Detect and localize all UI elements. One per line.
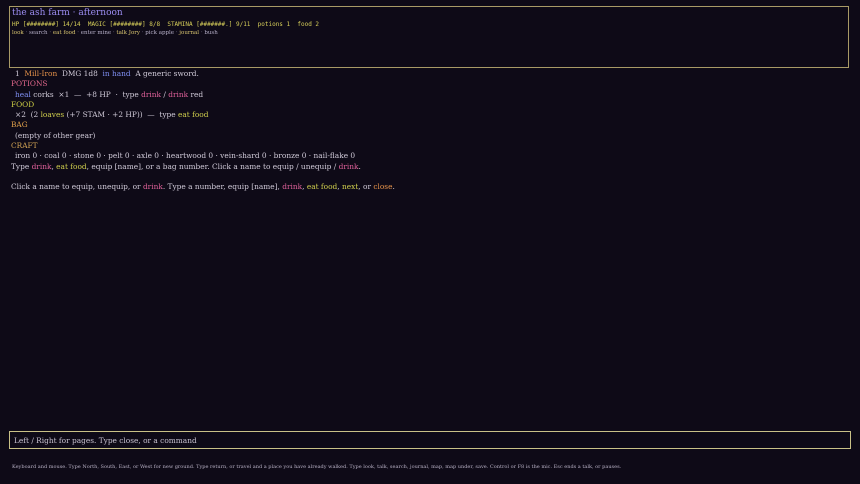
click-or: , or	[358, 182, 371, 192]
click-end: .	[392, 182, 395, 192]
hint-bush[interactable]: bush	[204, 30, 217, 36]
click-comma-2: ,	[337, 182, 340, 192]
type-drink-link-2[interactable]: drink	[339, 162, 359, 171]
potion-dash: —	[73, 89, 82, 99]
weapon-description: A generic sword.	[135, 69, 199, 78]
potion-count: ×1	[58, 89, 70, 99]
command-hints: look · search · eat food · enter mine · …	[12, 29, 846, 38]
click-drink-link-2[interactable]: drink	[282, 182, 302, 191]
type-end: .	[358, 161, 361, 171]
type-prefix: Type	[11, 161, 30, 171]
food-heading: FOOD	[11, 99, 35, 109]
potion-color: red	[190, 89, 204, 99]
type-drink-link[interactable]: drink	[32, 162, 52, 171]
location-title: the ash farm · afternoon	[12, 8, 123, 18]
hint-search[interactable]: search	[29, 30, 48, 36]
click-comma: ,	[302, 182, 305, 192]
potion-effect: +8 HP	[86, 89, 111, 99]
hint-enter-mine[interactable]: enter mine	[81, 30, 111, 36]
food-dash: —	[147, 110, 155, 120]
click-eat-food-link[interactable]: eat food	[307, 182, 337, 191]
potion-label: corks	[33, 89, 54, 99]
inventory-panel: 1 Mill-Iron DMG 1d8 in hand A generic sw…	[11, 69, 851, 193]
hint-pick-apple[interactable]: pick apple	[145, 30, 174, 36]
weapon-damage: DMG 1d8	[61, 69, 98, 78]
type-instructions: Type drink, eat food, equip [name], or a…	[11, 162, 851, 172]
click-next-link[interactable]: next	[342, 182, 358, 191]
food-count: ×2	[15, 110, 26, 120]
food-row: ×2 (2 loaves (+7 STAM · +2 HP)) — type e…	[11, 110, 851, 120]
type-rest: , equip [name], or a bag number. Click a…	[86, 161, 337, 171]
status-header: the ash farm · afternoon HP [########] 1…	[9, 6, 849, 68]
click-drink-link[interactable]: drink	[143, 182, 163, 191]
type-comma: ,	[51, 161, 54, 171]
status-bars: HP [########] 14/14 MAGIC [########] 8/8…	[12, 21, 320, 28]
hint-talk-jory[interactable]: talk Jory	[116, 30, 140, 36]
footer-help: Keyboard and mouse. Type North, South, E…	[12, 464, 622, 470]
potion-type-word: type	[122, 89, 139, 99]
click-prefix: Click a name to equip, unequip, or	[11, 182, 141, 192]
eat-food-command[interactable]: eat food	[178, 110, 208, 119]
food-name[interactable]: loaves	[41, 110, 65, 119]
food-effect: (+7 STAM · +2 HP))	[66, 110, 143, 120]
potion-name[interactable]: heal	[15, 90, 31, 99]
hint-eat-food[interactable]: eat food	[53, 30, 76, 36]
potion-drink-command-2[interactable]: drink	[168, 90, 188, 99]
potion-drink-command[interactable]: drink	[141, 90, 161, 99]
potion-slash: /	[163, 89, 166, 99]
click-close-link[interactable]: close	[373, 182, 392, 191]
food-type-word: type	[159, 110, 176, 120]
weapon-state: in hand	[102, 69, 131, 78]
command-input[interactable]	[9, 431, 851, 449]
click-instructions: Click a name to equip, unequip, or drink…	[11, 182, 851, 192]
weapon-slot-number[interactable]: 1	[15, 69, 20, 78]
potions-heading: POTIONS	[11, 79, 48, 89]
click-mid: . Type a number, equip [name],	[162, 182, 280, 192]
bag-heading: BAG	[11, 120, 28, 130]
hint-look[interactable]: look	[12, 30, 24, 36]
weapon-name[interactable]: Mill-Iron	[24, 69, 57, 78]
craft-materials: iron 0 · coal 0 · stone 0 · pelt 0 · axl…	[15, 151, 356, 161]
type-eat-food-link[interactable]: eat food	[56, 162, 86, 171]
potion-dot: ·	[115, 89, 118, 99]
bag-empty-text: (empty of other gear)	[15, 130, 96, 140]
hint-journal[interactable]: journal	[179, 30, 199, 36]
potion-row: heal corks ×1 — +8 HP · type drink / dri…	[11, 90, 851, 100]
craft-heading: CRAFT	[11, 141, 38, 151]
food-pre: (2	[30, 110, 39, 120]
weapon-row[interactable]: 1 Mill-Iron DMG 1d8 in hand A generic sw…	[11, 69, 851, 79]
